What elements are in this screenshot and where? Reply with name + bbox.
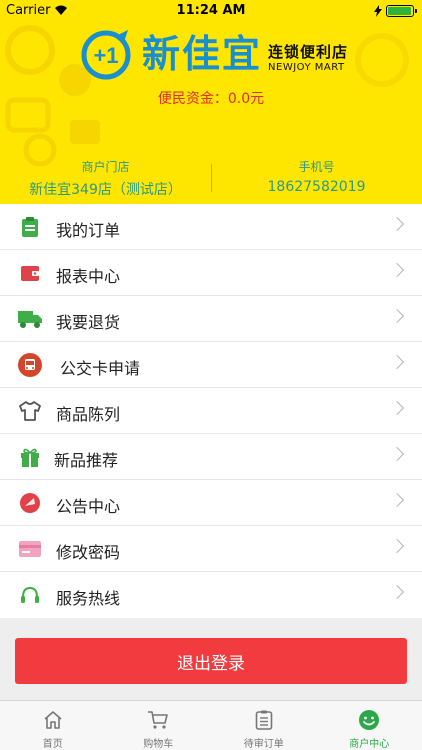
menu-item-label: 公告中心 [56, 497, 121, 516]
cart-icon [146, 709, 170, 731]
menu-item-label: 我要退货 [56, 313, 121, 332]
megaphone-icon [18, 492, 42, 514]
chain-english-label: NEWJOY MART [268, 62, 345, 73]
decorative-circle-icon [355, 33, 409, 87]
tab-label: 待审订单 [243, 739, 284, 750]
logout-button[interactable]: 退出登录 [15, 638, 407, 684]
tab-home[interactable]: 首页 [0, 701, 106, 750]
battery-fill [388, 7, 411, 15]
chevron-right-icon [389, 400, 405, 416]
battery-icon [386, 5, 417, 17]
tab-label: 首页 [42, 739, 63, 750]
order-list-icon [252, 709, 276, 731]
badge-text: +1 [93, 43, 118, 68]
menu-item-bus-card-application[interactable]: 公交卡申请 [0, 342, 422, 388]
charging-icon [374, 5, 382, 17]
clipboard-icon [18, 216, 42, 238]
chevron-right-icon [389, 308, 405, 324]
phone-value: 18627582019 [267, 179, 366, 195]
chevron-right-icon [389, 538, 405, 554]
tab-merchant-center[interactable]: 商户中心 [317, 701, 422, 750]
menu-item-return-goods[interactable]: 我要退货 [0, 296, 422, 342]
convenience-fund: 便民资金：0.0元 [0, 88, 422, 108]
fund-label: 便民资金： [157, 91, 228, 107]
menu-item-new-products[interactable]: 新品推荐 [0, 434, 422, 480]
chevron-right-icon [389, 492, 405, 508]
brand-subtitle: 连锁便利店 NEWJOY MART [268, 41, 348, 73]
chevron-right-icon [389, 354, 405, 370]
chevron-right-icon [389, 446, 405, 462]
headset-icon [18, 584, 42, 606]
merchant-info: 商户门店 新佳宜349店（测试店） 手机号 18627582019 [0, 158, 422, 204]
bus-icon [18, 353, 42, 377]
gift-icon [18, 446, 42, 468]
brand-name: 新佳宜 [142, 32, 263, 76]
menu-item-label: 公交卡申请 [60, 359, 141, 378]
menu-item-label: 服务热线 [56, 589, 121, 608]
tab-cart[interactable]: 购物车 [106, 701, 212, 750]
menu-list: 我的订单 报表中心 我要退货 公交卡申请 商品陈列 新品推荐 公告中心 修改密码… [0, 204, 422, 618]
store-info: 商户门店 新佳宜349店（测试店） [0, 158, 211, 199]
store-label: 商户门店 [81, 160, 130, 174]
tab-bar: 首页 购物车 待审订单 商户中心 [0, 700, 422, 750]
menu-item-label: 新品推荐 [54, 451, 119, 470]
tab-label: 商户中心 [349, 739, 390, 750]
status-bar: Carrier 11:24 AM [0, 0, 422, 22]
menu-item-my-orders[interactable]: 我的订单 [0, 204, 422, 250]
truck-icon [18, 308, 42, 330]
merchant-center-screen: +1 新佳宜 连锁便利店 NEWJOY MART 便民资金：0.0元 商户门店 … [0, 0, 422, 750]
clock: 11:24 AM [176, 3, 246, 18]
menu-item-product-display[interactable]: 商品陈列 [0, 388, 422, 434]
tab-pending-orders[interactable]: 待审订单 [211, 701, 317, 750]
menu-item-announcements[interactable]: 公告中心 [0, 480, 422, 526]
menu-item-change-password[interactable]: 修改密码 [0, 526, 422, 572]
shirt-icon [18, 400, 42, 422]
menu-item-label: 我的订单 [56, 221, 121, 240]
wallet-icon [18, 262, 42, 284]
tab-label: 购物车 [143, 739, 174, 750]
chevron-right-icon [389, 262, 405, 278]
menu-item-report-center[interactable]: 报表中心 [0, 250, 422, 296]
menu-item-label: 商品陈列 [56, 405, 121, 424]
brand-logo: +1 新佳宜 连锁便利店 NEWJOY MART [78, 28, 348, 80]
plus-one-logo-icon: +1 [78, 28, 136, 80]
home-icon [41, 709, 65, 731]
menu-item-label: 修改密码 [56, 543, 121, 562]
menu-item-service-hotline[interactable]: 服务热线 [0, 572, 422, 618]
phone-label: 手机号 [298, 160, 335, 174]
chevron-right-icon [389, 216, 405, 232]
menu-item-label: 报表中心 [56, 267, 121, 286]
phone-info: 手机号 18627582019 [211, 158, 422, 195]
chevron-right-icon [389, 584, 405, 600]
store-value: 新佳宜349店（测试店） [29, 182, 182, 198]
fund-value: 0.0元 [227, 91, 265, 107]
card-icon [18, 538, 42, 560]
header-banner: +1 新佳宜 连锁便利店 NEWJOY MART 便民资金：0.0元 商户门店 … [0, 0, 422, 204]
chain-label: 连锁便利店 [268, 43, 349, 61]
smile-icon [357, 709, 381, 731]
